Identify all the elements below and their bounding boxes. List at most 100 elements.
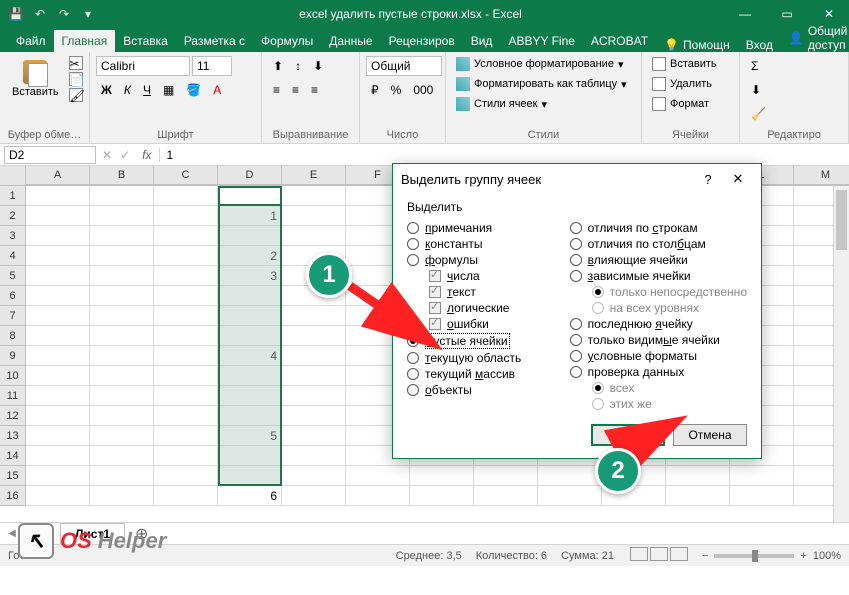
cell-B12[interactable]	[90, 406, 154, 426]
col-header-D[interactable]: D	[218, 166, 282, 185]
fill-color-button[interactable]: 🪣	[181, 80, 206, 100]
zoom-out-icon[interactable]: −	[702, 550, 708, 562]
cell-B10[interactable]	[90, 366, 154, 386]
percent-button[interactable]: %	[386, 80, 407, 100]
cell-A11[interactable]	[26, 386, 90, 406]
cell-K15[interactable]	[666, 466, 730, 486]
cell-B9[interactable]	[90, 346, 154, 366]
cell-D11[interactable]	[218, 386, 282, 406]
view-switcher[interactable]	[628, 547, 688, 564]
cell-C13[interactable]	[154, 426, 218, 446]
row-header-1[interactable]: 1	[0, 186, 25, 206]
fill-button[interactable]: ⬇	[746, 80, 842, 100]
cell-B7[interactable]	[90, 306, 154, 326]
clear-button[interactable]: 🧹	[746, 104, 842, 124]
cell-E14[interactable]	[282, 446, 346, 466]
radio-coldiff[interactable]	[570, 238, 582, 250]
cell-A1[interactable]	[26, 186, 90, 206]
cell-C14[interactable]	[154, 446, 218, 466]
cell-E3[interactable]	[282, 226, 346, 246]
cell-K16[interactable]	[666, 486, 730, 506]
option-valid[interactable]: проверка данных	[570, 364, 747, 380]
tab-formulas[interactable]: Формулы	[253, 30, 321, 52]
option-coldiff[interactable]: отличия по столбцам	[570, 236, 747, 252]
cell-C3[interactable]	[154, 226, 218, 246]
radio-prec[interactable]	[570, 254, 582, 266]
row-header-11[interactable]: 11	[0, 386, 25, 406]
formula-input[interactable]: 1	[159, 148, 849, 162]
cell-D3[interactable]	[218, 226, 282, 246]
row-header-6[interactable]: 6	[0, 286, 25, 306]
qat-more-icon[interactable]: ▾	[80, 6, 96, 22]
font-size-select[interactable]: 11	[192, 56, 232, 76]
cell-D15[interactable]	[218, 466, 282, 486]
option-formulas[interactable]: формулы	[407, 252, 560, 268]
cell-B1[interactable]	[90, 186, 154, 206]
cell-D4[interactable]: 2	[218, 246, 282, 266]
cell-E1[interactable]	[282, 186, 346, 206]
cell-D2[interactable]: 1	[218, 206, 282, 226]
cell-styles-button[interactable]: Стили ячеек▾	[452, 96, 635, 112]
page-break-view-icon[interactable]	[670, 547, 688, 561]
cell-C9[interactable]	[154, 346, 218, 366]
bold-button[interactable]: Ж	[96, 80, 117, 100]
row-header-16[interactable]: 16	[0, 486, 25, 506]
save-icon[interactable]: 💾	[8, 6, 24, 22]
tab-insert[interactable]: Вставка	[115, 30, 176, 52]
cell-L16[interactable]	[730, 486, 794, 506]
cell-E2[interactable]	[282, 206, 346, 226]
cell-C10[interactable]	[154, 366, 218, 386]
radio-const[interactable]	[407, 238, 419, 250]
autosum-button[interactable]: Σ	[746, 56, 842, 76]
tab-layout[interactable]: Разметка с	[176, 30, 253, 52]
cell-D13[interactable]: 5	[218, 426, 282, 446]
row-header-9[interactable]: 9	[0, 346, 25, 366]
cell-B4[interactable]	[90, 246, 154, 266]
zoom-in-icon[interactable]: +	[800, 550, 806, 562]
cell-I16[interactable]	[538, 486, 602, 506]
cell-E16[interactable]	[282, 486, 346, 506]
number-format-select[interactable]: Общий	[366, 56, 442, 76]
row-header-7[interactable]: 7	[0, 306, 25, 326]
cell-A10[interactable]	[26, 366, 90, 386]
cell-F16[interactable]	[346, 486, 410, 506]
cell-L15[interactable]	[730, 466, 794, 486]
cell-B8[interactable]	[90, 326, 154, 346]
cell-G15[interactable]	[410, 466, 474, 486]
cell-C2[interactable]	[154, 206, 218, 226]
row-header-14[interactable]: 14	[0, 446, 25, 466]
conditional-format-button[interactable]: Условное форматирование▾	[452, 56, 635, 72]
page-layout-view-icon[interactable]	[650, 547, 668, 561]
cell-A2[interactable]	[26, 206, 90, 226]
row-header-13[interactable]: 13	[0, 426, 25, 446]
option-prec[interactable]: влияющие ячейки	[570, 252, 747, 268]
cell-C7[interactable]	[154, 306, 218, 326]
cut-icon[interactable]: ✂	[69, 56, 83, 70]
option-vis[interactable]: только видимые ячейки	[570, 332, 747, 348]
underline-button[interactable]: Ч	[138, 80, 156, 100]
radio-vis[interactable]	[570, 334, 582, 346]
currency-button[interactable]: ₽	[366, 80, 384, 100]
cell-D6[interactable]	[218, 286, 282, 306]
radio-array[interactable]	[407, 368, 419, 380]
cell-D12[interactable]	[218, 406, 282, 426]
option-rowdiff[interactable]: отличия по строкам	[570, 220, 747, 236]
cell-C12[interactable]	[154, 406, 218, 426]
format-painter-icon[interactable]: 🖌	[69, 88, 83, 102]
option-last[interactable]: последнюю ячейку	[570, 316, 747, 332]
cell-E8[interactable]	[282, 326, 346, 346]
cell-C1[interactable]	[154, 186, 218, 206]
option-dep[interactable]: зависимые ячейки	[570, 268, 747, 284]
cell-B15[interactable]	[90, 466, 154, 486]
format-cells-button[interactable]: Формат	[648, 96, 733, 112]
cell-I15[interactable]	[538, 466, 602, 486]
cell-B3[interactable]	[90, 226, 154, 246]
option-notes[interactable]: примечания	[407, 220, 560, 236]
row-header-8[interactable]: 8	[0, 326, 25, 346]
radio-formulas[interactable]	[407, 254, 419, 266]
format-as-table-button[interactable]: Форматировать как таблицу▾	[452, 76, 635, 92]
row-header-4[interactable]: 4	[0, 246, 25, 266]
comma-button[interactable]: 000	[408, 80, 438, 100]
cell-D5[interactable]: 3	[218, 266, 282, 286]
enter-formula-icon[interactable]: ✓	[116, 148, 134, 162]
